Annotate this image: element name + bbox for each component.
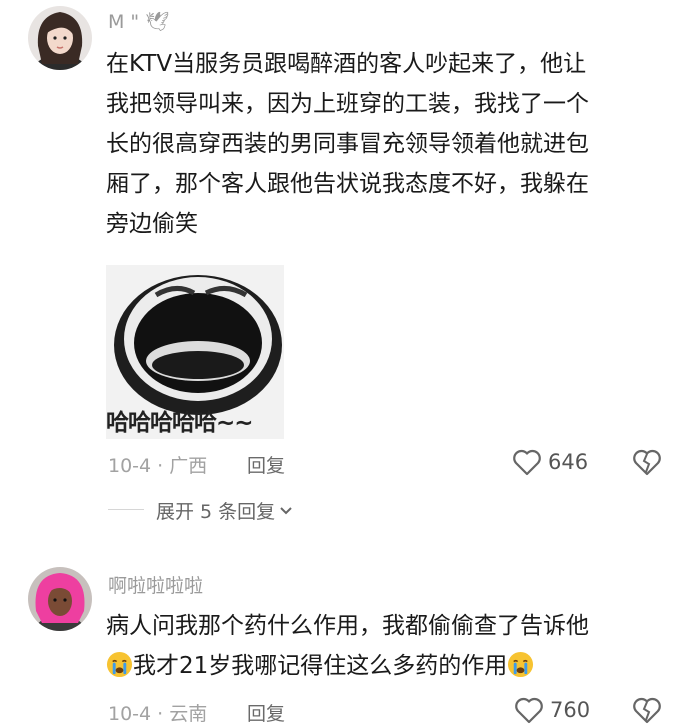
comment-line: 厢了，那个客人跟他告状说我态度不好，我躲在 — [106, 171, 589, 197]
like-button[interactable]: 646 — [512, 448, 588, 476]
username[interactable]: 啊啦啦啦啦 — [108, 571, 203, 598]
comment-line: 旁边偷笑 — [106, 211, 198, 237]
chevron-down-icon — [280, 506, 292, 514]
heart-icon — [513, 449, 541, 476]
avatar[interactable] — [28, 567, 92, 631]
image-caption: 哈哈哈哈哈~~ — [106, 410, 254, 436]
comment-line-with-emoji: 我才21岁我哪记得住这么多药的作用 — [106, 646, 589, 686]
reply-button[interactable]: 回复 — [247, 699, 285, 724]
crying-face-icon — [106, 651, 133, 678]
expand-replies-button[interactable]: 展开 5 条回复 — [156, 497, 293, 524]
comment-line: 我才21岁我哪记得住这么多药的作用 — [133, 653, 508, 679]
reply-button[interactable]: 回复 — [247, 451, 285, 478]
dislike-button[interactable] — [632, 696, 662, 724]
like-count: 760 — [550, 698, 591, 722]
comment-line: 在KTV当服务员跟喝醉酒的客人吵起来了，他让 — [106, 51, 587, 77]
heart-icon — [515, 697, 543, 724]
like-button[interactable]: 760 — [514, 696, 590, 724]
comment-line: 长的很高穿西装的男同事冒充领导领着他就进包 — [106, 131, 589, 157]
comment-text: 病人问我那个药什么作用，我都偷偷查了告诉他 我才21岁我哪记得住这么多药的作用 — [106, 606, 589, 686]
broken-heart-icon — [633, 697, 661, 724]
comment-image[interactable]: 哈哈哈哈哈~~ — [106, 265, 284, 439]
broken-heart-icon — [633, 449, 661, 476]
like-count: 646 — [548, 450, 589, 474]
comment-text: 在KTV当服务员跟喝醉酒的客人吵起来了，他让 我把领导叫来，因为上班穿的工装，我… — [106, 44, 589, 244]
comment-line: 病人问我那个药什么作用，我都偷偷查了告诉他 — [106, 613, 589, 639]
date-location: 10-4 · 云南 — [108, 703, 208, 724]
dislike-button[interactable] — [632, 448, 662, 480]
divider — [108, 509, 144, 510]
username[interactable]: M " 🕊 — [108, 10, 169, 33]
expand-replies-label: 展开 5 条回复 — [156, 501, 276, 523]
comment-line: 我把领导叫来，因为上班穿的工装，我找了一个 — [106, 91, 589, 117]
crying-face-icon — [508, 651, 534, 678]
date-location: 10-4 · 广西 — [108, 455, 208, 477]
avatar[interactable] — [28, 6, 92, 70]
